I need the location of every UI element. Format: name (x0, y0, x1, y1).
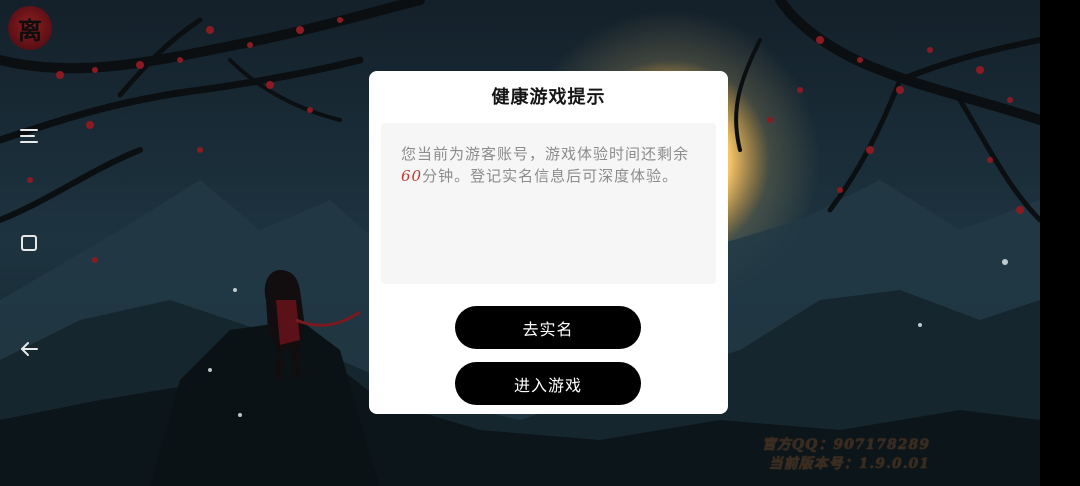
message-after: 分钟。登记实名信息后可深度体验。 (422, 167, 679, 185)
qq-label: 官方QQ： (761, 437, 834, 453)
qq-value: 907178289 (833, 437, 930, 453)
dialog-message-box: 您当前为游客账号，游戏体验时间还剩余 60分钟。登记实名信息后可深度体验。 (381, 123, 716, 284)
health-game-dialog: 健康游戏提示 您当前为游客账号，游戏体验时间还剩余 60分钟。登记实名信息后可深度… (369, 71, 728, 414)
back-arrow-icon[interactable] (18, 338, 40, 360)
square-home-icon[interactable] (18, 232, 40, 254)
enter-game-button[interactable]: 进入游戏 (455, 362, 641, 405)
game-info-footer: 官方QQ：907178289 当前版本号：1.9.0.01 (762, 436, 930, 474)
version-line: 当前版本号：1.9.0.01 (762, 455, 930, 474)
message-before: 您当前为游客账号，游戏体验时间还剩余 (401, 145, 690, 163)
game-logo-text: 离 (18, 15, 42, 45)
official-qq-line: 官方QQ：907178289 (762, 436, 930, 455)
version-label: 当前版本号： (768, 456, 859, 472)
menu-icon[interactable] (18, 125, 40, 147)
remaining-minutes: 60 (401, 167, 423, 185)
verify-realname-button[interactable]: 去实名 (455, 306, 641, 349)
dialog-message: 您当前为游客账号，游戏体验时间还剩余 60分钟。登记实名信息后可深度体验。 (401, 143, 698, 187)
game-logo-badge[interactable]: 离 (8, 6, 52, 50)
screen-edge-bar (1040, 0, 1080, 486)
version-value: 1.9.0.01 (858, 456, 930, 472)
dialog-title: 健康游戏提示 (491, 87, 606, 108)
